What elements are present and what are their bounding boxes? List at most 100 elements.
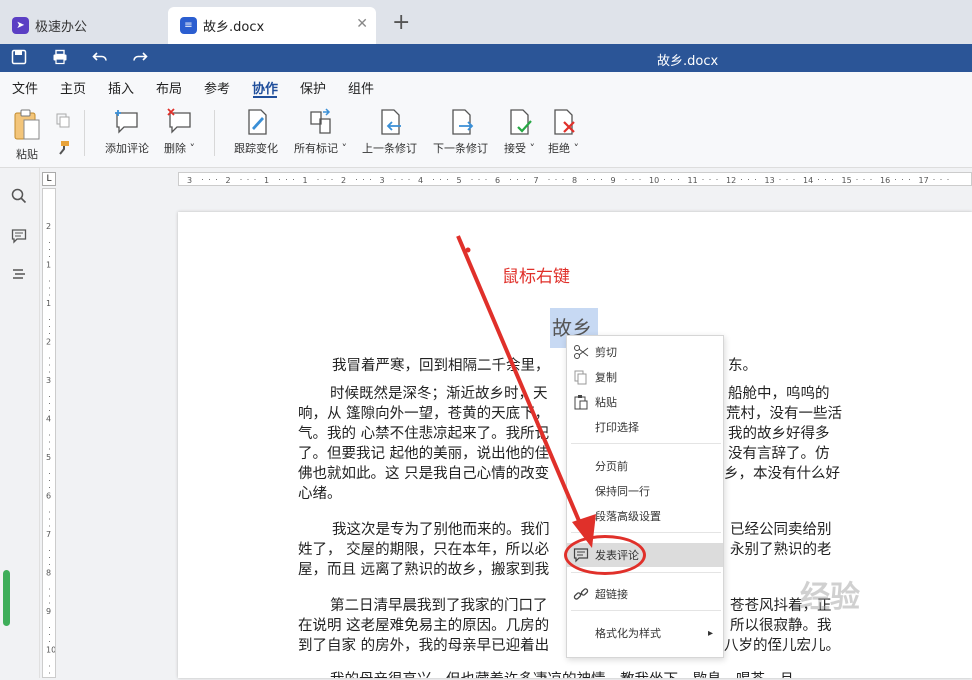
paste-button[interactable]: 粘贴: [12, 108, 42, 162]
close-tab-icon[interactable]: ✕: [356, 16, 368, 32]
paragraph-fragment[interactable]: 我的故乡好得多: [728, 424, 848, 444]
ruler-number: 8: [46, 569, 51, 578]
ruler-tick: [49, 665, 50, 667]
tab-document[interactable]: ≡ 故乡.docx ✕: [168, 7, 376, 44]
paragraph-fragment[interactable]: 乡，本没有什么好: [724, 464, 849, 484]
previous-change-button[interactable]: 上一条修订: [362, 108, 417, 156]
menu-collaboration[interactable]: 协作: [252, 78, 278, 97]
accept-button[interactable]: 接受 ˅: [504, 108, 535, 156]
ruler-tick: [49, 441, 50, 443]
menu-file[interactable]: 文件: [12, 78, 38, 97]
ruler-number: 3: [46, 376, 51, 385]
ribbon-separator: [84, 110, 85, 156]
paragraph-fragment[interactable]: 八岁的侄儿宏儿。: [724, 636, 849, 656]
comment-panel-icon[interactable]: [11, 228, 27, 247]
tab-bar: ➤ 极速办公 ≡ 故乡.docx ✕ +: [0, 0, 972, 44]
ruler-tick: [433, 179, 434, 180]
paragraph-fragment[interactable]: 没有言辞了。仿: [728, 444, 848, 464]
menu-layout[interactable]: 布局: [156, 78, 182, 97]
paragraph-fragment[interactable]: 永别了熟识的老: [730, 540, 850, 560]
ruler-tick: [49, 595, 50, 597]
delete-label: 删除: [164, 142, 186, 155]
ruler-number: 14: [803, 176, 813, 185]
ruler-number: 6: [495, 176, 500, 185]
menu-item-page-break-before[interactable]: 分页前: [567, 454, 723, 478]
tab-stop-selector[interactable]: L: [42, 172, 56, 186]
navigation-icon[interactable]: [11, 266, 27, 285]
previous-change-label: 上一条修订: [362, 142, 417, 155]
menu-protect[interactable]: 保护: [300, 78, 326, 97]
all-markup-button[interactable]: 所有标记 ˅: [294, 108, 347, 156]
ruler-number: 4: [46, 415, 51, 424]
track-changes-label: 跟踪变化: [234, 142, 278, 155]
accept-label: 接受: [504, 142, 526, 155]
add-comment-button[interactable]: 添加评论: [105, 108, 149, 156]
menu-item-paste[interactable]: 粘贴: [567, 390, 723, 414]
menu-item-copy[interactable]: 复制: [567, 365, 723, 389]
ruler-number: 9: [46, 607, 51, 616]
paragraph-fragment[interactable]: 东。: [728, 356, 848, 376]
ruler-tick: [254, 179, 256, 180]
menu-item-paragraph-settings[interactable]: 段落高级设置: [567, 504, 723, 528]
next-change-button[interactable]: 下一条修订: [433, 108, 488, 156]
menu-plugins[interactable]: 组件: [348, 78, 374, 97]
ruler-number: 6: [46, 492, 51, 501]
paragraph-line[interactable]: 我的母亲很高兴，但也藏着许多凄凉的神情，教我坐下，歇息，喝茶，且: [330, 670, 850, 678]
menu-item-label: 格式化为样式: [595, 627, 661, 640]
scrollbar-indicator[interactable]: [3, 570, 10, 626]
ruler-tick: [49, 448, 50, 450]
new-tab-button[interactable]: +: [392, 10, 410, 35]
paragraph-fragment[interactable]: 船舱中，呜呜的: [728, 384, 848, 404]
reject-button[interactable]: 拒绝 ˅: [548, 108, 579, 156]
link-icon: [573, 588, 589, 600]
ruler-tick: [49, 410, 50, 411]
ruler-tick: [856, 179, 858, 180]
ruler-tick: [240, 179, 242, 180]
menu-references[interactable]: 参考: [204, 78, 230, 97]
ruler-tick: [49, 487, 50, 488]
ruler-tick: [49, 550, 50, 551]
horizontal-ruler[interactable]: 3 2 1 1 2 3 4 5 6 7 8 9 10 11 12 13 14 15 16 17: [178, 172, 972, 186]
tab-app-home[interactable]: ➤ 极速办公: [0, 7, 162, 44]
delete-comment-icon: [166, 108, 191, 134]
ruler-tick: [909, 179, 910, 180]
ruler-tick: [716, 179, 718, 180]
menu-separator: [571, 532, 721, 533]
ruler-tick: [863, 179, 865, 180]
ruler-tick: [49, 249, 50, 250]
ruler-tick: [49, 403, 50, 404]
annotation-label: 鼠标右键: [502, 267, 570, 287]
reject-icon: [553, 109, 575, 135]
track-changes-button[interactable]: 跟踪变化: [234, 108, 278, 156]
vertical-ruler[interactable]: 2 1 1 2 3 4 5 6 7 8 9 10: [42, 188, 56, 680]
paragraph-fragment[interactable]: 所以很寂静。我: [730, 616, 850, 636]
format-painter-icon[interactable]: [55, 140, 71, 159]
ruler-tick: [49, 480, 50, 481]
ruler-tick: [741, 179, 742, 180]
menu-item-hyperlink[interactable]: 超链接: [567, 582, 723, 606]
ruler-tick: [632, 179, 634, 180]
copy-icon[interactable]: [55, 112, 71, 131]
ruler-number: 2: [226, 176, 231, 185]
paragraph-fragment[interactable]: 荒村，没有一些活: [726, 404, 851, 424]
ruler-tick: [902, 179, 903, 180]
menu-item-format-as-style[interactable]: 格式化为样式 ▸: [567, 621, 723, 645]
menu-home[interactable]: 主页: [60, 78, 86, 97]
menu-item-keep-lines-together[interactable]: 保持同一行: [567, 479, 723, 503]
ruler-tick: [49, 319, 50, 320]
menu-item-label: 剪切: [595, 346, 617, 359]
ruler-tick: [678, 179, 679, 180]
ruler-tick: [870, 179, 872, 180]
menu-item-print-selection[interactable]: 打印选择: [567, 415, 723, 439]
ruler-tick: [49, 333, 50, 334]
search-icon[interactable]: [11, 188, 27, 207]
menu-insert[interactable]: 插入: [108, 78, 134, 97]
ruler-tick: [639, 179, 641, 180]
ruler-tick: [818, 179, 819, 180]
delete-comment-button[interactable]: 删除 ˅: [164, 108, 195, 156]
ruler-tick: [832, 179, 833, 180]
paragraph-fragment[interactable]: 已经公同卖给别: [730, 520, 850, 540]
ruler-number: 16: [880, 176, 890, 185]
menu-item-cut[interactable]: 剪切: [567, 340, 723, 364]
ruler-tick: [702, 179, 704, 180]
